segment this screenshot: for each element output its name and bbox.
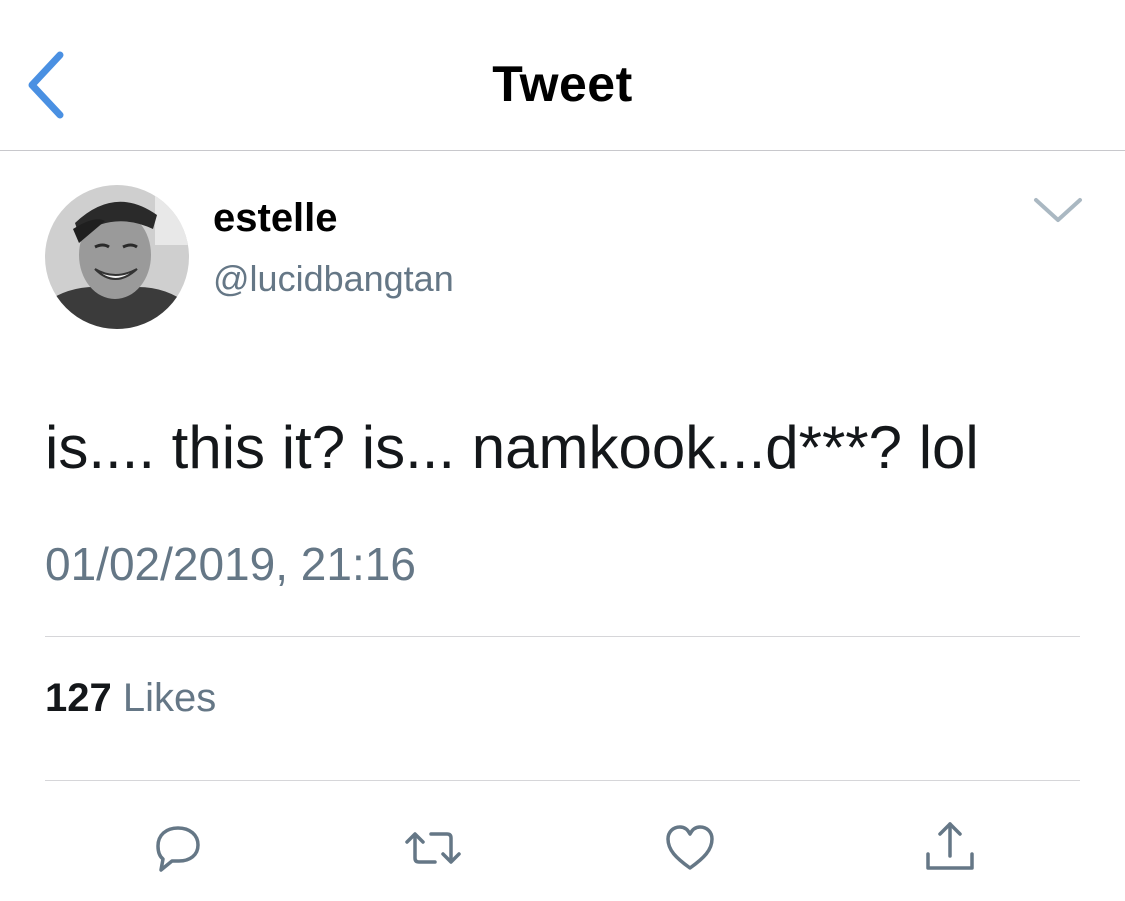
likes-count: 127	[45, 676, 112, 720]
nav-bar: Tweet	[0, 0, 1125, 151]
display-name[interactable]: estelle	[213, 196, 338, 241]
retweet-icon	[403, 818, 463, 878]
reply-button[interactable]	[148, 818, 208, 878]
tweet-text: is.... this it? is... namkook...d***? lo…	[45, 414, 979, 481]
like-button[interactable]	[660, 818, 720, 878]
page-title: Tweet	[492, 56, 633, 112]
divider	[45, 636, 1080, 637]
share-button[interactable]	[918, 818, 978, 878]
heart-icon	[660, 818, 720, 878]
user-handle[interactable]: @lucidbangtan	[213, 258, 454, 300]
reply-icon	[148, 818, 208, 878]
divider	[45, 780, 1080, 781]
chevron-down-icon	[1030, 190, 1086, 230]
retweet-button[interactable]	[403, 818, 463, 878]
tweet-timestamp: 01/02/2019, 21:16	[45, 538, 416, 590]
avatar[interactable]	[45, 185, 189, 329]
share-icon	[918, 818, 978, 878]
more-options-button[interactable]	[1030, 190, 1086, 230]
likes-label: Likes	[122, 676, 217, 720]
likes-stat[interactable]: 127 Likes	[45, 676, 216, 721]
